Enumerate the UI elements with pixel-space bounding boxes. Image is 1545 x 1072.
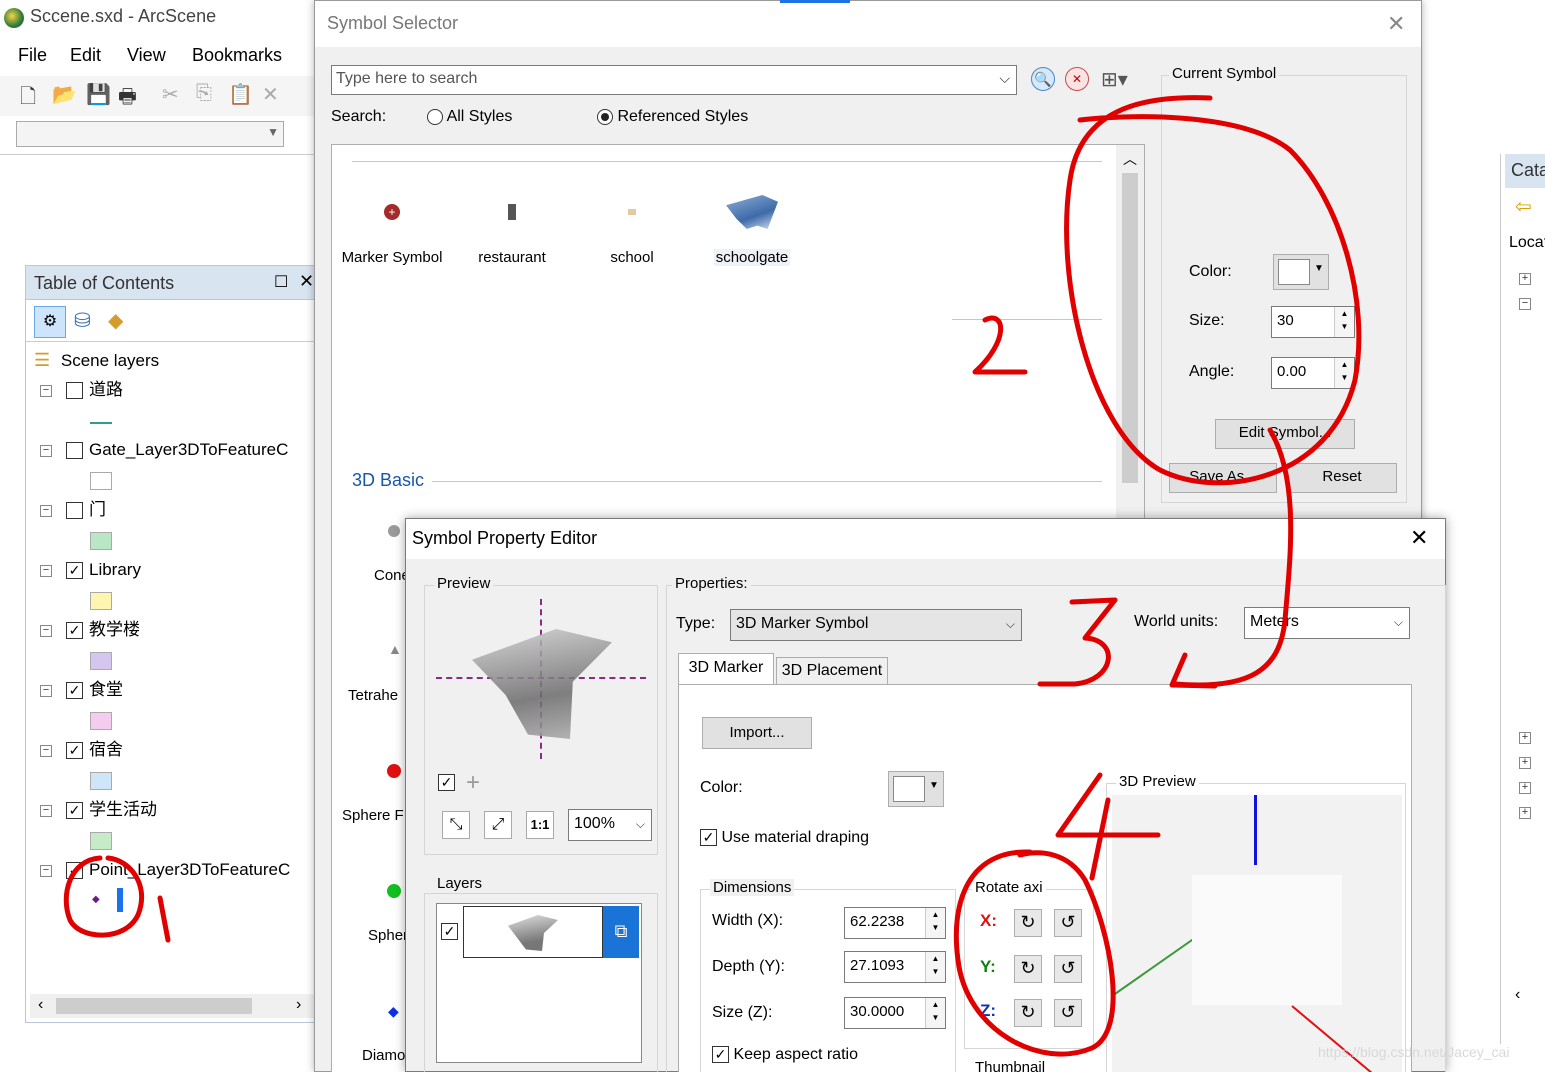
annotation-circle-4 [953,849,1116,1057]
annotation-layer [63,95,1362,1057]
annotation-arrow-head [1169,652,1218,689]
annotation-digit-2 [972,315,1028,375]
annotation-circle-2 [1064,95,1362,486]
annotation-digit-3 [1037,597,1118,687]
annotation-arrow-curve [1172,427,1294,688]
watermark: https://blog.csdn.net/Jacey_cai [1318,1044,1510,1060]
annotation-stroke-1 [157,895,171,943]
annotation-circle-1 [63,855,145,938]
